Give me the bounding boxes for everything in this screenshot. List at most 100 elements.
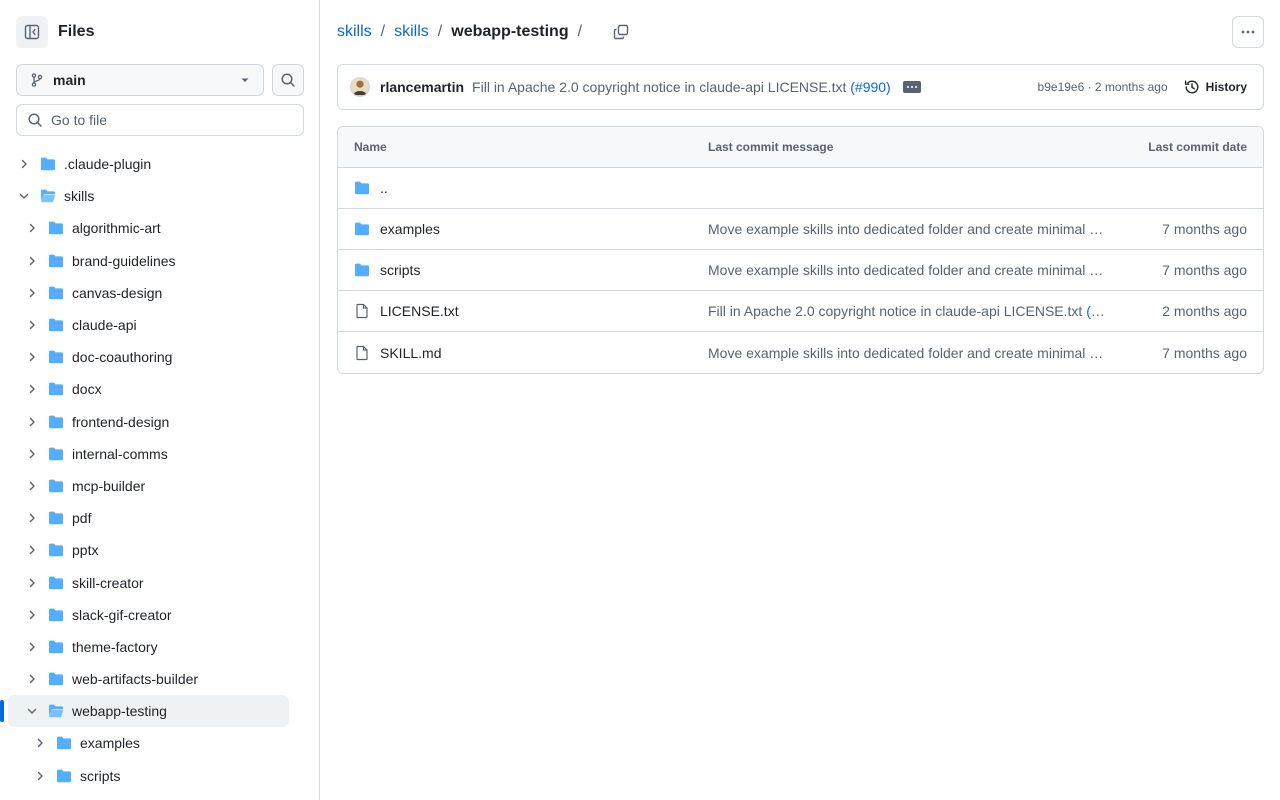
tree-expand-toggle[interactable] — [24, 575, 40, 591]
tree-item[interactable]: frontend-design — [8, 406, 304, 438]
row-commit-message[interactable]: Move example skills into dedicated folde… — [708, 345, 1118, 361]
tree-item[interactable]: claude-api — [8, 309, 304, 341]
tree-item[interactable]: skill-creator — [8, 566, 304, 598]
copy-path-button[interactable] — [609, 20, 633, 44]
tree-expand-toggle[interactable] — [16, 188, 32, 204]
tree-item[interactable]: canvas-design — [8, 277, 304, 309]
row-commit-message-text[interactable]: Move example skills into dedicated folde… — [708, 221, 1118, 237]
branch-selector[interactable]: main — [16, 64, 264, 96]
chevron-right-icon — [21, 159, 27, 169]
chevron-right-icon — [29, 481, 35, 491]
triangle-down-icon — [241, 78, 249, 82]
tree-expand-toggle[interactable] — [24, 542, 40, 558]
tree-item[interactable]: web-artifacts-builder — [8, 663, 304, 695]
commit-author[interactable]: rlancemartin — [380, 79, 464, 95]
tree-expand-toggle[interactable] — [24, 285, 40, 301]
kebab-horizontal-icon — [1241, 30, 1255, 34]
tree-expand-toggle[interactable] — [32, 768, 48, 784]
row-commit-date: 2 months ago — [1162, 303, 1247, 319]
folder-icon — [49, 415, 63, 428]
commit-message[interactable]: Fill in Apache 2.0 copyright notice in c… — [472, 79, 891, 95]
row-commit-message-text[interactable]: Move example skills into dedicated folde… — [708, 262, 1118, 278]
tree-expand-toggle[interactable] — [24, 220, 40, 236]
tree-item[interactable]: mcp-builder — [8, 470, 304, 502]
tree-item[interactable]: slack-gif-creator — [8, 599, 304, 631]
avatar[interactable] — [350, 77, 370, 97]
expand-commit-button[interactable] — [902, 81, 921, 93]
file-name-link[interactable]: SKILL.md — [380, 345, 441, 361]
commit-pr-link[interactable]: (#990) — [850, 79, 890, 95]
tree-expand-toggle[interactable] — [24, 253, 40, 269]
row-commit-message-text[interactable]: Move example skills into dedicated folde… — [708, 345, 1118, 361]
go-to-file-field[interactable] — [16, 104, 304, 136]
column-header-name: Name — [354, 140, 387, 154]
directory-file-table: Name Last commit message Last commit dat… — [337, 126, 1264, 374]
tree-expand-toggle[interactable] — [24, 671, 40, 687]
tree-item[interactable]: doc-coauthoring — [8, 341, 304, 373]
collapse-sidebar-button[interactable] — [16, 16, 48, 48]
row-commit-message[interactable]: Move example skills into dedicated folde… — [708, 221, 1118, 237]
tree-expand-toggle[interactable] — [32, 735, 48, 751]
commit-message-text[interactable]: Fill in Apache 2.0 copyright notice in c… — [472, 79, 846, 95]
tree-expand-toggle[interactable] — [16, 156, 32, 172]
tree-item[interactable]: internal-comms — [8, 438, 304, 470]
copy-icon — [613, 24, 629, 40]
table-row[interactable]: scripts Move example skills into dedicate… — [338, 250, 1263, 291]
search-icon — [28, 113, 42, 127]
tree-item-label: brand-guidelines — [72, 252, 176, 269]
parent-directory-link[interactable]: .. — [380, 180, 388, 196]
tree-item[interactable]: pdf — [8, 502, 304, 534]
tree-expand-toggle[interactable] — [24, 510, 40, 526]
tree-expand-toggle[interactable] — [24, 639, 40, 655]
table-row[interactable]: examples Move example skills into dedicat… — [338, 209, 1263, 250]
tree-expand-toggle[interactable] — [24, 607, 40, 623]
branch-name: main — [53, 72, 86, 88]
tree-expand-toggle[interactable] — [24, 349, 40, 365]
tree-expand-toggle[interactable] — [24, 317, 40, 333]
tree-item[interactable]: brand-guidelines — [8, 245, 304, 277]
tree-item[interactable]: examples — [8, 727, 304, 759]
tree-expand-toggle[interactable] — [24, 703, 40, 719]
more-options-button[interactable] — [1232, 16, 1264, 48]
tree-expand-toggle[interactable] — [24, 478, 40, 494]
tree-item[interactable]: webapp-testing — [0, 695, 289, 728]
go-to-file-input[interactable] — [51, 112, 281, 128]
tree-item[interactable]: pptx — [8, 534, 304, 566]
tree-item-label: algorithmic-art — [72, 220, 161, 237]
chevron-right-icon — [29, 353, 35, 362]
tree-expand-toggle[interactable] — [24, 381, 40, 397]
tree-item[interactable]: skills — [8, 180, 304, 212]
sidebar-title: Files — [58, 23, 95, 40]
folder-open-icon — [49, 704, 64, 718]
file-name-link[interactable]: LICENSE.txt — [380, 303, 459, 319]
table-row[interactable]: LICENSE.txt Fill in Apache 2.0 copyright … — [338, 291, 1263, 332]
row-commit-message[interactable]: Move example skills into dedicated folde… — [708, 262, 1118, 278]
chevron-right-icon — [29, 224, 35, 233]
file-name-link[interactable]: scripts — [380, 262, 420, 278]
file-name-link[interactable]: examples — [380, 221, 440, 237]
tree-item[interactable]: algorithmic-art — [8, 212, 304, 244]
chevron-right-icon — [37, 739, 43, 748]
history-button[interactable]: History — [1184, 79, 1247, 95]
tree-item[interactable]: scripts — [8, 760, 304, 792]
folder-icon — [49, 222, 63, 235]
tree-item[interactable]: theme-factory — [8, 631, 304, 663]
search-files-button[interactable] — [272, 64, 304, 96]
tree-item[interactable]: docx — [8, 373, 304, 405]
tree-expand-toggle[interactable] — [24, 414, 40, 430]
tree-expand-toggle[interactable] — [24, 446, 40, 462]
breadcrumb-link-skills[interactable]: skills — [394, 23, 429, 41]
folder-icon — [49, 383, 63, 396]
tree-item-label: theme-factory — [72, 638, 158, 655]
commit-sha-and-time[interactable]: b9e19e6 · 2 months ago — [1038, 80, 1168, 94]
commit-pr-link[interactable]: (#990) — [1086, 303, 1118, 319]
parent-directory-row[interactable]: .. — [338, 168, 1263, 209]
table-row[interactable]: SKILL.md Move example skills into dedicat… — [338, 332, 1263, 373]
folder-icon — [355, 181, 369, 195]
breadcrumb-link-repo[interactable]: skills — [337, 23, 372, 41]
row-commit-message[interactable]: Fill in Apache 2.0 copyright notice in c… — [708, 303, 1118, 319]
chevron-down-icon — [27, 709, 37, 714]
row-commit-message-text[interactable]: Fill in Apache 2.0 copyright notice in c… — [708, 303, 1082, 319]
tree-item-label: pdf — [72, 510, 92, 527]
tree-item[interactable]: .claude-plugin — [8, 148, 304, 180]
